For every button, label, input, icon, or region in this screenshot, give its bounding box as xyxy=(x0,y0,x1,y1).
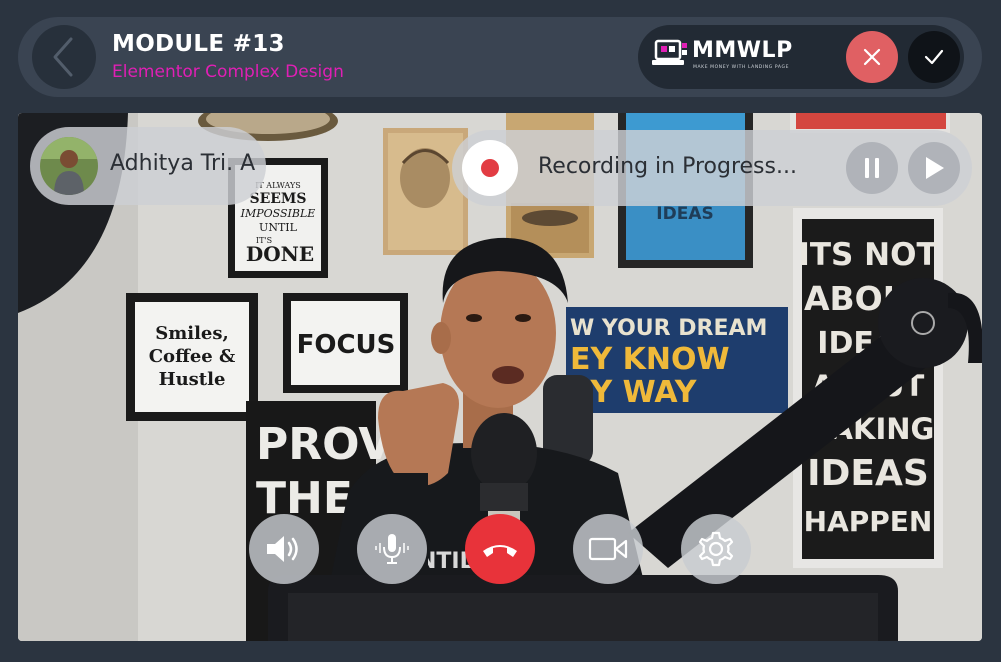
confirm-button[interactable] xyxy=(908,31,960,83)
recording-bar: Recording in Progress... xyxy=(452,130,972,206)
video-call-area: IT ALWAYS SEEMS IMPOSSIBLE UNTIL IT'S DO… xyxy=(18,113,982,641)
video-camera-icon xyxy=(588,537,628,561)
module-header: MODULE #13 Elementor Complex Design MMWL… xyxy=(18,17,982,97)
avatar xyxy=(40,137,98,195)
phone-hangup-icon xyxy=(483,545,517,557)
speaker-icon xyxy=(267,536,298,562)
gear-icon xyxy=(698,531,734,567)
brand-tagline: MAKE MONEY WITH LANDING PAGE xyxy=(693,65,790,70)
back-button[interactable] xyxy=(32,25,96,89)
microphone-button[interactable] xyxy=(357,514,427,584)
poster-right-line: ITS NOT xyxy=(798,237,937,273)
poster-right-line: IDEAS xyxy=(807,453,929,494)
participant-name: Adhitya Tri. A xyxy=(110,151,256,176)
record-dot-icon xyxy=(481,159,499,177)
participant-badge: Adhitya Tri. A xyxy=(30,127,266,205)
poster-done-line: UNTIL xyxy=(259,221,298,234)
page-subtitle: Elementor Complex Design xyxy=(112,62,344,82)
poster-smiles-line: Coffee & xyxy=(149,346,236,367)
brand-name: MMWLP xyxy=(692,38,793,63)
close-icon xyxy=(863,48,881,66)
poster-done-line: SEEMS xyxy=(249,191,306,207)
camera-button[interactable] xyxy=(573,514,643,584)
check-icon xyxy=(924,49,944,65)
poster-dream-line: W YOUR DREAM xyxy=(570,316,767,341)
pause-button[interactable] xyxy=(846,142,898,194)
poster-smiles-line: Smiles, xyxy=(155,323,229,344)
poster-focus-text: FOCUS xyxy=(297,330,396,360)
settings-button[interactable] xyxy=(681,514,751,584)
end-call-button[interactable] xyxy=(465,514,535,584)
brand-actions-group: MMWLP MAKE MONEY WITH LANDING PAGE xyxy=(638,25,964,89)
close-button[interactable] xyxy=(846,31,898,83)
laptop-logo-icon xyxy=(652,39,687,65)
brand-logo: MMWLP MAKE MONEY WITH LANDING PAGE xyxy=(652,37,792,77)
chevron-left-icon xyxy=(53,37,73,77)
page-title: MODULE #13 xyxy=(112,31,285,57)
poster-done-line: DONE xyxy=(246,242,314,266)
play-button[interactable] xyxy=(908,142,960,194)
recording-status: Recording in Progress... xyxy=(538,154,797,179)
pause-icon xyxy=(865,158,879,178)
microphone-icon xyxy=(375,534,409,564)
poster-right-line: HAPPEN xyxy=(804,505,933,538)
poster-done-line: IMPOSSIBLE xyxy=(240,207,316,220)
poster-dream-line: EY KNOW xyxy=(570,342,730,377)
speaker-button[interactable] xyxy=(249,514,319,584)
poster-smiles-line: Hustle xyxy=(159,369,226,390)
poster-prove-line: PROV xyxy=(256,419,392,470)
play-icon xyxy=(926,157,944,179)
poster-ideas-text: IDEAS xyxy=(656,204,713,224)
record-button[interactable] xyxy=(462,140,518,196)
